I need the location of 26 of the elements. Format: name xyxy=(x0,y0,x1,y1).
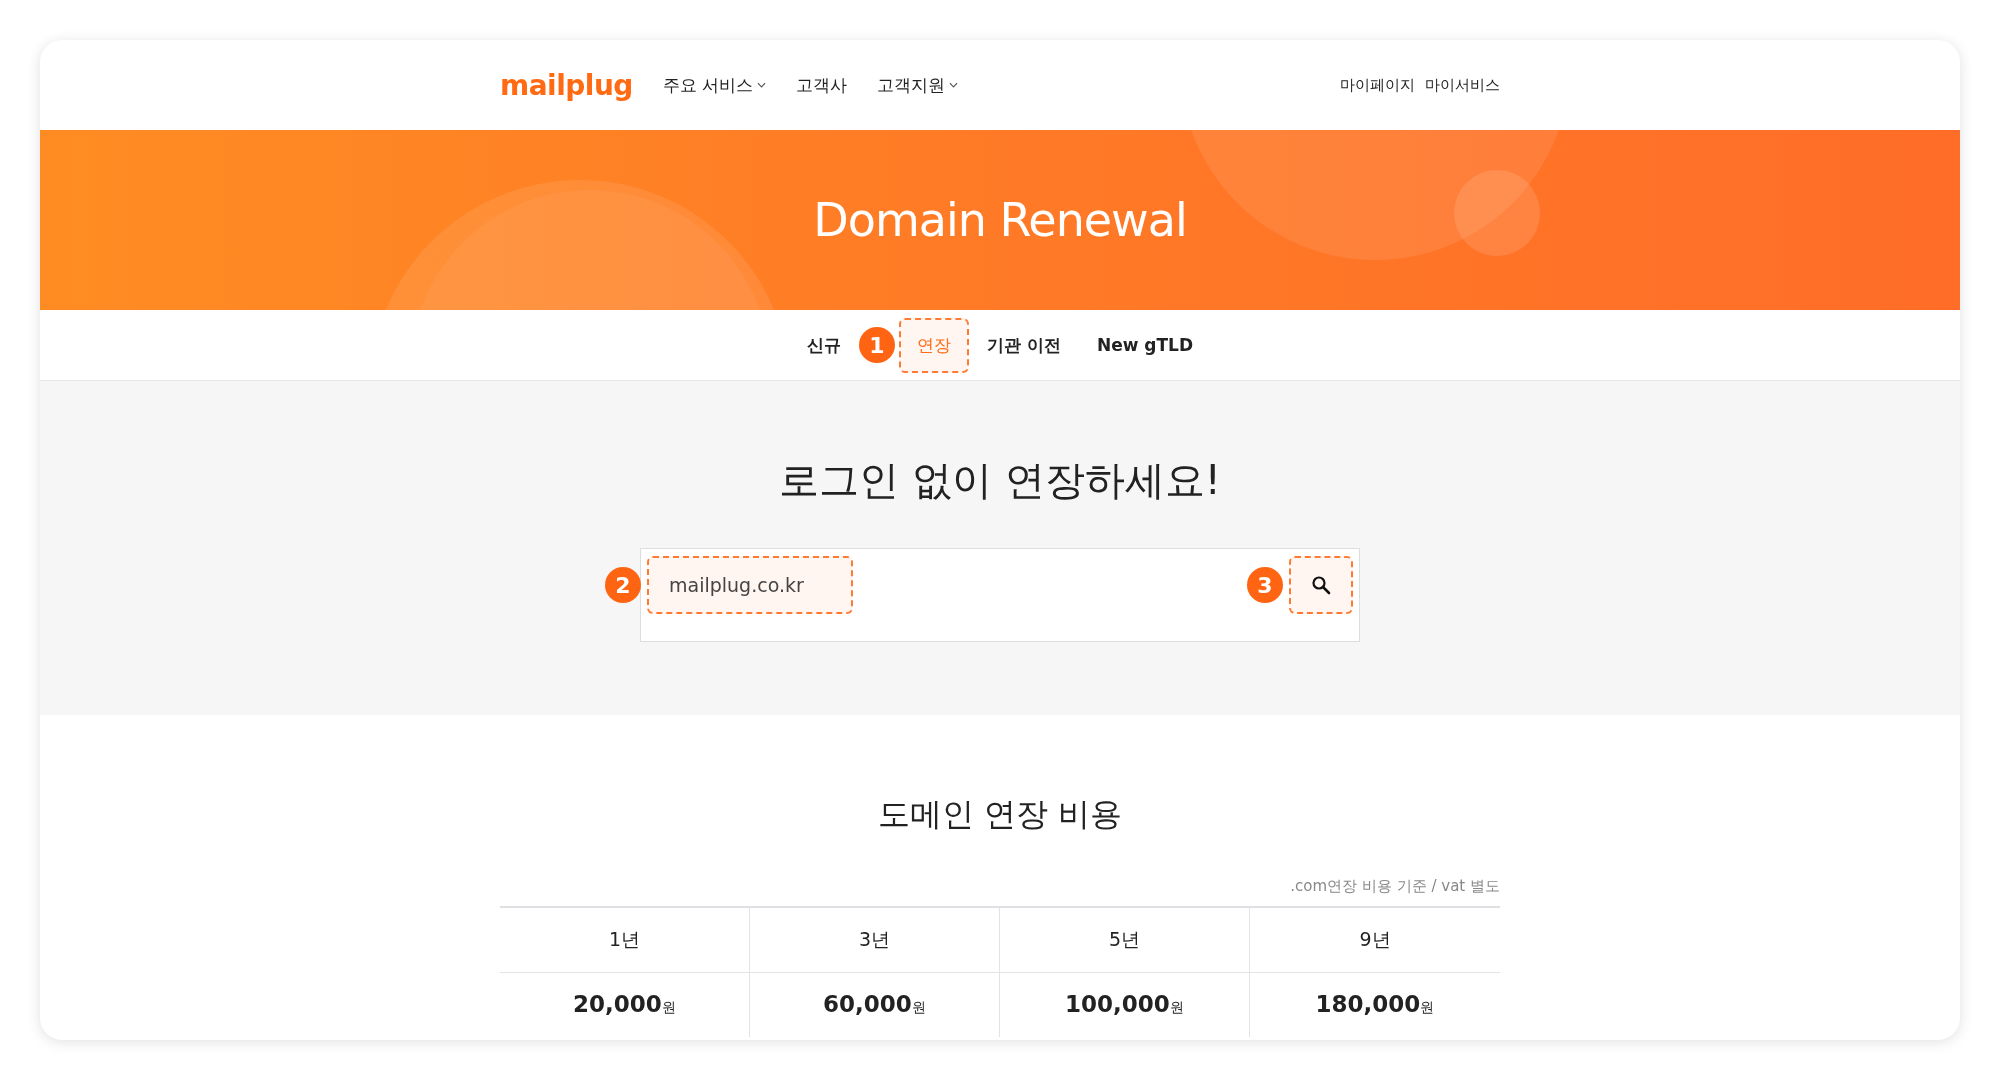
price-cell-text: 180,000원 xyxy=(1314,990,1436,1019)
tab[interactable]: 신규 xyxy=(789,317,859,373)
nav-link[interactable]: 주요 서비스 xyxy=(662,73,767,97)
step-badge: 1 xyxy=(859,327,895,363)
user-link[interactable]: 마이페이지 xyxy=(1340,75,1415,95)
search-icon xyxy=(1311,575,1331,595)
step-badge: 3 xyxy=(1247,567,1283,603)
search-button[interactable] xyxy=(1289,556,1353,614)
nav-link[interactable]: 고객사 xyxy=(796,73,848,97)
price-cell: 20,000원 xyxy=(500,973,750,1037)
period-header: 5년 xyxy=(1000,908,1250,973)
domain-input[interactable]: mailplug.co.kr xyxy=(647,556,853,614)
period-header: 3년 xyxy=(750,908,1000,973)
period-header: 9년 xyxy=(1250,908,1500,973)
tab[interactable]: New gTLD xyxy=(1078,319,1211,371)
price-cell: 100,000원 xyxy=(1000,973,1250,1037)
pricing-note: .com연장 비용 기준 / vat 별도 xyxy=(1290,877,1500,896)
nav-link[interactable]: 고객지원 xyxy=(877,73,959,97)
step-badge: 2 xyxy=(605,567,641,603)
pricing-title: 도메인 연장 비용 xyxy=(877,794,1123,835)
search-heading: 로그인 없이 연장하세요! xyxy=(779,456,1221,505)
price-cell: 60,000원 xyxy=(750,973,1000,1037)
banner-title: Domain Renewal xyxy=(813,193,1187,247)
period-header: 1년 xyxy=(500,908,750,973)
tab[interactable]: 기관 이전 xyxy=(969,317,1079,373)
user-link[interactable]: 마이서비스 xyxy=(1425,75,1500,95)
